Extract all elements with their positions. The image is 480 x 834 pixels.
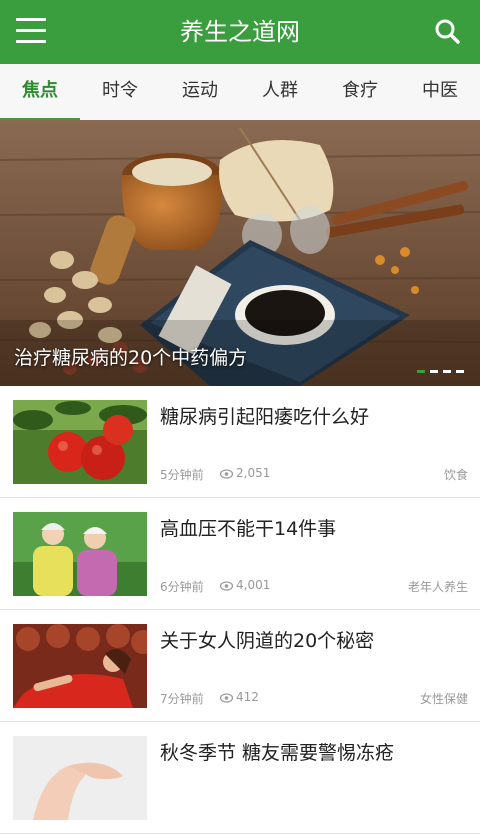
article-meta: 6分钟前 4,001 老年人养生 [160, 578, 468, 596]
eye-icon [219, 581, 234, 591]
app-bar: 养生之道网 [0, 0, 480, 64]
article-view-count: 412 [236, 690, 259, 704]
article-views: 412 [219, 690, 259, 704]
eye-icon [219, 469, 234, 479]
article-title: 高血压不能干14件事 [160, 518, 337, 540]
woman-red-dress-photo [13, 624, 147, 708]
article-category: 老年人养生 [407, 580, 468, 594]
banner-caption: 治疗糖尿病的20个中药偏方 [14, 347, 248, 369]
app-title: 养生之道网 [180, 18, 300, 46]
elderly-couple-photo [13, 512, 147, 596]
carousel-dot [417, 370, 425, 373]
search-icon[interactable] [430, 14, 466, 50]
article-view-count: 2,051 [236, 466, 271, 480]
article-meta: 7分钟前 412 女性保健 [160, 690, 468, 708]
article-category: 女性保健 [419, 692, 468, 706]
hands-photo [13, 736, 147, 820]
carousel-dot [430, 370, 438, 373]
article-item[interactable]: 糖尿病引起阳痿吃什么好 5分钟前 2,051 饮食 [0, 386, 480, 498]
article-views: 2,051 [219, 466, 271, 480]
article-views: 4,001 [219, 578, 271, 592]
article-time: 5分钟前 [160, 468, 204, 482]
tomatoes-photo [13, 400, 147, 484]
eye-icon [219, 693, 234, 703]
tab-tcm[interactable]: 中医 [400, 64, 480, 120]
carousel-dot [443, 370, 451, 373]
article-category: 饮食 [443, 468, 468, 482]
article-item[interactable]: 秋冬季节 糖友需要警惕冻疮 [0, 722, 480, 834]
article-title: 秋冬季节 糖友需要警惕冻疮 [160, 742, 395, 764]
tab-season[interactable]: 时令 [80, 64, 160, 120]
article-view-count: 4,001 [236, 578, 271, 592]
carousel-dot [456, 370, 464, 373]
category-tabs: 焦点 时令 运动 人群 食疗 中医 [0, 64, 480, 122]
article-item[interactable]: 高血压不能干14件事 6分钟前 4,001 老年人养生 [0, 498, 480, 610]
carousel-indicator [417, 370, 464, 373]
article-item[interactable]: 关于女人阴道的20个秘密 7分钟前 412 女性保健 [0, 610, 480, 722]
tab-diet-therapy[interactable]: 食疗 [320, 64, 400, 120]
tab-exercise[interactable]: 运动 [160, 64, 240, 120]
featured-banner[interactable]: 治疗糖尿病的20个中药偏方 [0, 120, 480, 386]
article-list: 糖尿病引起阳痿吃什么好 5分钟前 2,051 饮食 高血压不能干14件事 6分钟… [0, 386, 480, 834]
article-meta: 5分钟前 2,051 饮食 [160, 466, 468, 484]
article-time: 6分钟前 [160, 580, 204, 594]
tab-groups[interactable]: 人群 [240, 64, 320, 120]
article-title: 关于女人阴道的20个秘密 [160, 630, 375, 652]
tab-focus[interactable]: 焦点 [0, 64, 80, 122]
article-title: 糖尿病引起阳痿吃什么好 [160, 406, 370, 428]
article-time: 7分钟前 [160, 692, 204, 706]
menu-icon[interactable] [16, 18, 46, 46]
